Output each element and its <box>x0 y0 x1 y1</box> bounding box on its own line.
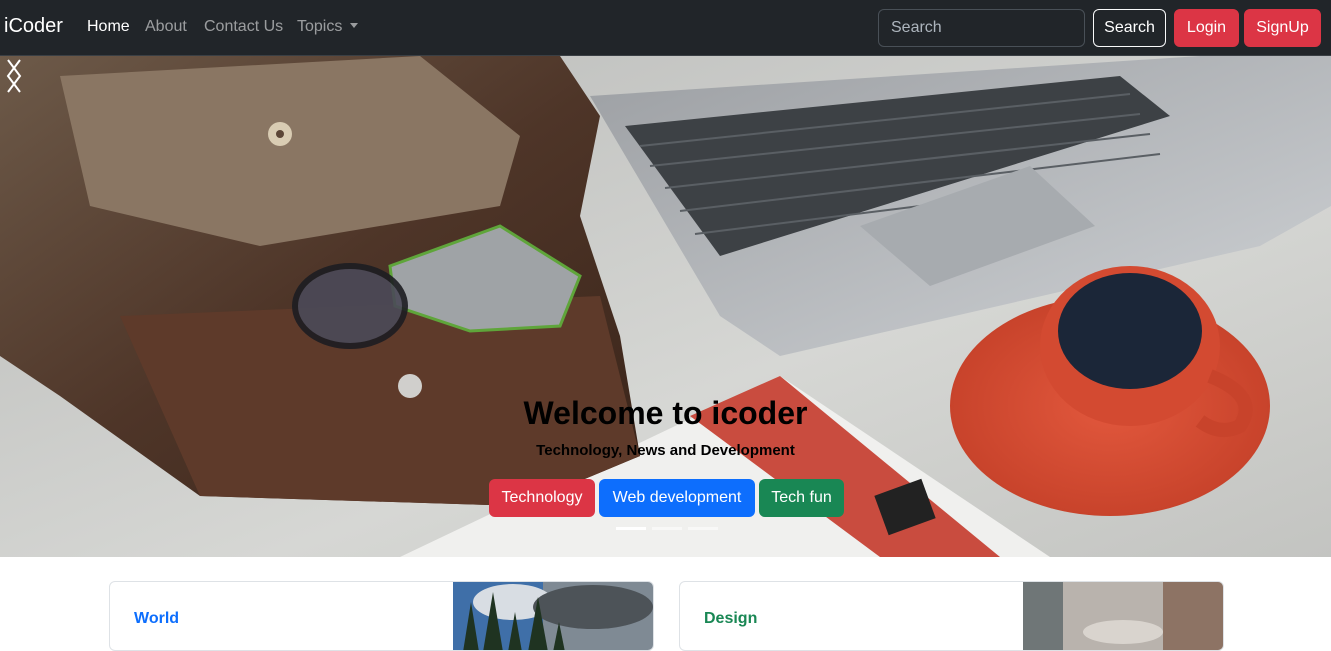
technology-button[interactable]: Technology <box>489 479 595 517</box>
search-button[interactable]: Search <box>1093 9 1166 47</box>
card-design: Design <box>679 581 1224 651</box>
hero-subtitle: Technology, News and Development <box>536 442 795 459</box>
login-button[interactable]: Login <box>1174 9 1239 47</box>
card-world: World <box>109 581 654 651</box>
nav-topics-label: Topics <box>297 18 343 35</box>
nav-contact[interactable]: Contact Us <box>204 18 283 36</box>
web-development-button[interactable]: Web development <box>599 479 755 517</box>
card-category-design: Design <box>704 610 758 627</box>
carousel-indicator-3[interactable] <box>688 527 718 530</box>
card-category-world: World <box>134 610 180 627</box>
hero-carousel: Welcome to icoder Technology, News and D… <box>0 56 1331 557</box>
navbar: iCoder Home About Contact Us Topics Sear… <box>0 0 1331 56</box>
card-design-image <box>1023 582 1223 650</box>
nav-about[interactable]: About <box>145 18 187 36</box>
hero-title: Welcome to icoder <box>523 395 808 431</box>
card-world-image <box>453 582 653 650</box>
chevron-down-icon <box>350 23 359 28</box>
search-input[interactable] <box>878 9 1085 47</box>
carousel-indicator-1[interactable] <box>616 527 646 530</box>
brand-logo[interactable]: iCoder <box>4 15 63 38</box>
signup-button[interactable]: SignUp <box>1244 9 1321 47</box>
nav-topics-dropdown[interactable]: Topics <box>297 18 359 36</box>
tech-fun-button[interactable]: Tech fun <box>759 479 844 517</box>
nav-home[interactable]: Home <box>87 18 130 36</box>
carousel-next-icon[interactable] <box>0 56 30 96</box>
carousel-indicator-2[interactable] <box>652 527 682 530</box>
